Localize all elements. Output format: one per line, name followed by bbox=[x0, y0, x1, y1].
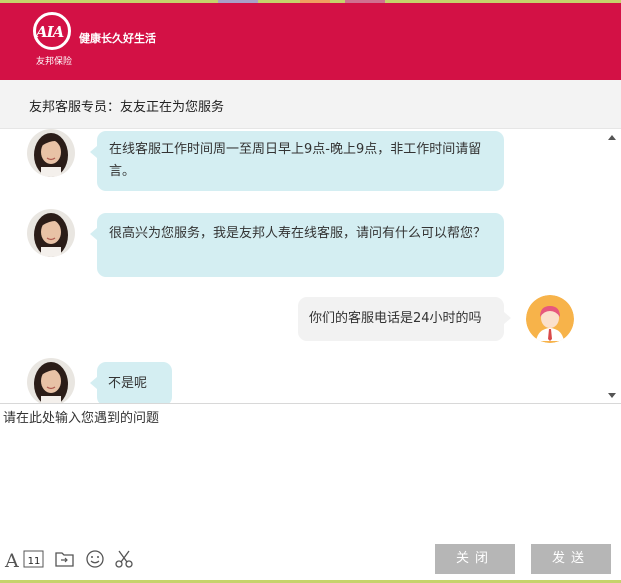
font-size-icon[interactable]: 11 bbox=[23, 548, 45, 570]
brand-header: AIA 友邦保险 健康长久好生活 bbox=[0, 3, 621, 80]
agent-status-bar: 友邦客服专员：友友正在为您服务 bbox=[0, 80, 621, 129]
message-text: 在线客服工作时间周一至周日早上9点-晚上9点，非工作时间请留言。 bbox=[109, 142, 482, 179]
agent-avatar bbox=[27, 209, 75, 257]
agent-message-bubble: 不是呢 bbox=[90, 362, 172, 403]
message-input-area bbox=[0, 403, 621, 538]
font-icon[interactable]: A bbox=[4, 548, 22, 572]
user-message-bubble: 你们的客服电话是24小时的吗 bbox=[298, 297, 511, 341]
scroll-up-arrow-icon[interactable] bbox=[608, 135, 616, 140]
agent-avatar bbox=[27, 129, 75, 177]
svg-text:A: A bbox=[4, 550, 19, 570]
scissors-icon[interactable] bbox=[113, 548, 135, 570]
chat-history[interactable]: 在线客服工作时间周一至周日早上9点-晚上9点，非工作时间请留言。 很高兴为您服务… bbox=[0, 129, 621, 403]
agent-status-text: 友邦客服专员：友友正在为您服务 bbox=[29, 100, 225, 115]
close-button[interactable]: 关闭 bbox=[435, 544, 515, 574]
user-avatar bbox=[526, 295, 574, 343]
agent-message-bubble: 很高兴为您服务，我是友邦人寿在线客服，请问有什么可以帮您？ bbox=[90, 213, 504, 277]
logo-caption: 友邦保险 bbox=[36, 57, 73, 67]
input-toolbar: A 11 关闭 发送 bbox=[0, 540, 621, 580]
emoji-icon[interactable] bbox=[84, 548, 106, 570]
message-text: 很高兴为您服务，我是友邦人寿在线客服，请问有什么可以帮您？ bbox=[109, 226, 487, 241]
folder-icon[interactable] bbox=[54, 548, 76, 570]
scroll-down-arrow-icon[interactable] bbox=[608, 393, 616, 398]
brand-slogan: 健康长久好生活 bbox=[79, 32, 156, 45]
message-text: 不是呢 bbox=[108, 376, 148, 391]
agent-message-bubble: 在线客服工作时间周一至周日早上9点-晚上9点，非工作时间请留言。 bbox=[90, 131, 504, 191]
logo-mark: AIA bbox=[36, 23, 64, 41]
font-size-value: 11 bbox=[28, 556, 41, 567]
agent-avatar bbox=[27, 358, 75, 403]
message-input[interactable] bbox=[0, 404, 621, 537]
message-text: 你们的客服电话是24小时的吗 bbox=[309, 311, 482, 326]
send-button[interactable]: 发送 bbox=[531, 544, 611, 574]
aia-logo: AIA 友邦保险 bbox=[30, 12, 80, 70]
